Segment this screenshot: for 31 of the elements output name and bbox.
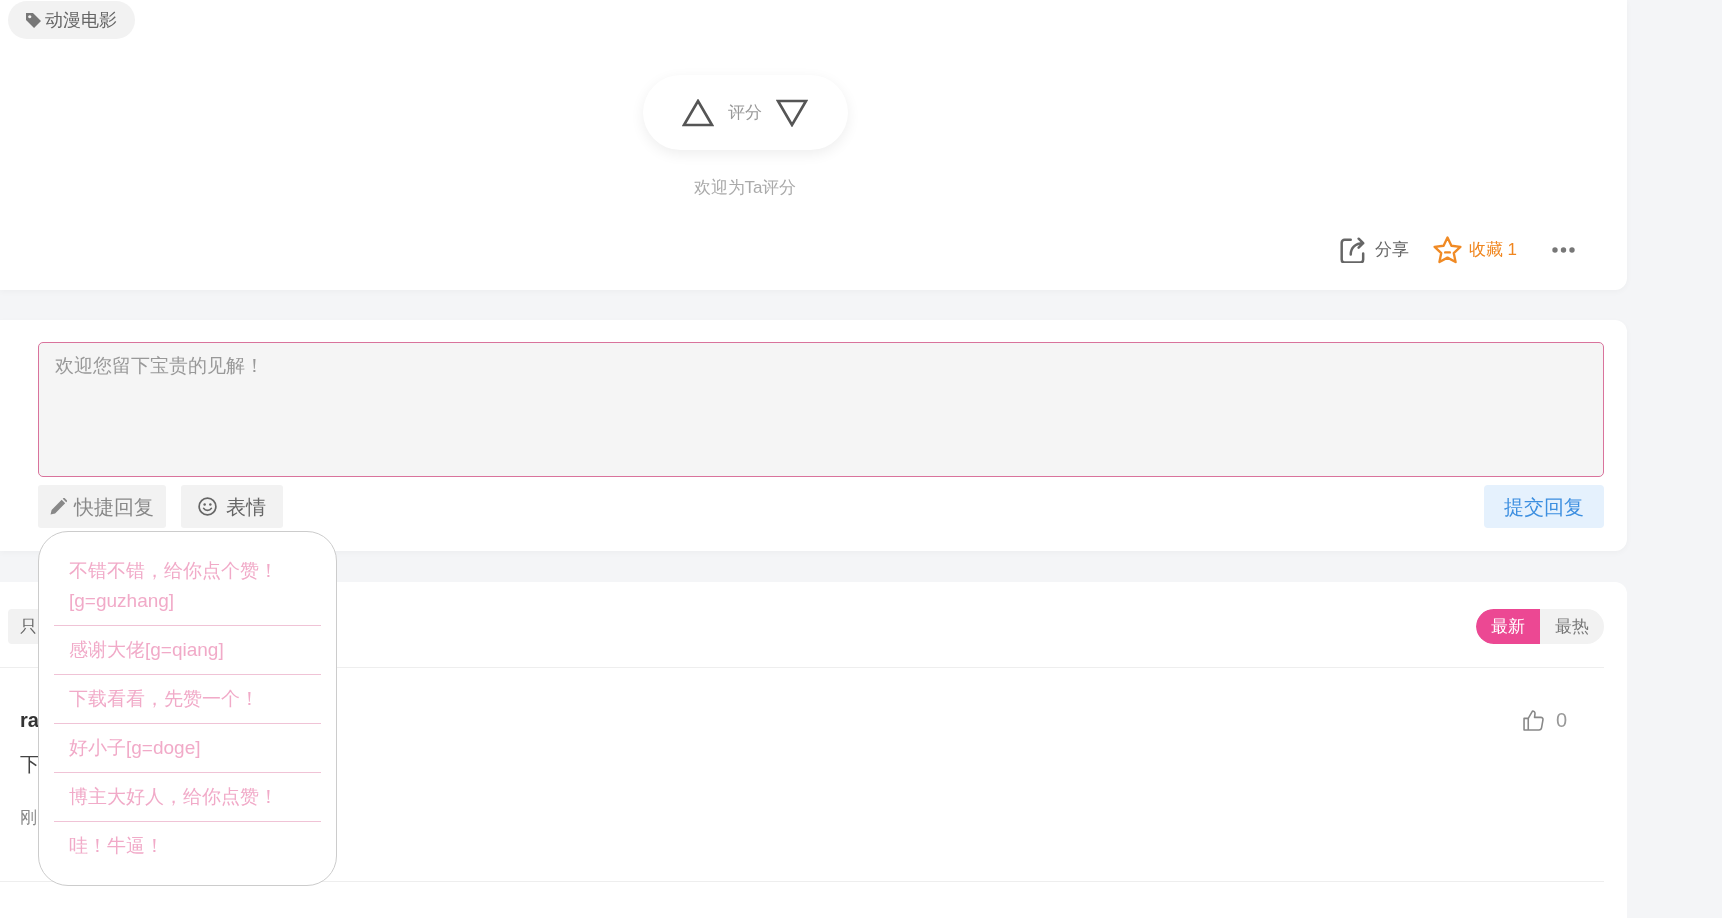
filter-button[interactable]: 只 xyxy=(8,609,38,644)
share-icon xyxy=(1339,237,1366,263)
sort-tab[interactable]: 最热 xyxy=(1540,609,1604,644)
emoji-button[interactable]: 表情 xyxy=(181,485,283,528)
more-icon[interactable] xyxy=(1552,247,1575,253)
quick-reply-option[interactable]: 博主大好人，给你点赞！ xyxy=(54,773,321,822)
tag-icon xyxy=(26,12,41,28)
comment-text: 下 xyxy=(20,752,40,776)
triangle-up-icon[interactable] xyxy=(682,98,714,127)
pencil-icon xyxy=(50,498,67,515)
triangle-down-icon[interactable] xyxy=(776,98,808,127)
quick-reply-option[interactable]: 哇！牛逼！ xyxy=(54,822,321,870)
smiley-icon xyxy=(198,497,217,516)
rating-hint: 欢迎为Ta评分 xyxy=(693,178,797,198)
comment-time: 刚 xyxy=(20,807,38,829)
quick-reply-option[interactable]: 感谢大佬[g=qiang] xyxy=(54,626,321,675)
quick-reply-option[interactable]: 不错不错，给你点个赞！[g=guzhang] xyxy=(54,547,321,626)
sort-tab[interactable]: 最新 xyxy=(1476,609,1540,644)
submit-reply-button[interactable]: 提交回复 xyxy=(1484,485,1604,528)
thumbs-up-icon xyxy=(1522,709,1544,731)
favorite-button[interactable]: 收藏 1 xyxy=(1432,236,1517,264)
like-button[interactable]: 0 xyxy=(1522,708,1567,732)
tag-chip[interactable]: 动漫电影 xyxy=(8,1,135,39)
quick-reply-option[interactable]: 下载看看，先赞一个！ xyxy=(54,675,321,724)
comment-input[interactable]: 欢迎您留下宝贵的见解！ xyxy=(38,342,1604,477)
share-button[interactable]: 分享 xyxy=(1339,237,1409,263)
rating-label: 评分 xyxy=(728,101,762,124)
comment-author: ra xyxy=(20,708,40,732)
quick-reply-button[interactable]: 快捷回复 xyxy=(38,485,166,528)
star-icon xyxy=(1432,236,1462,264)
quick-reply-option[interactable]: 好小子[g=doge] xyxy=(54,724,321,773)
